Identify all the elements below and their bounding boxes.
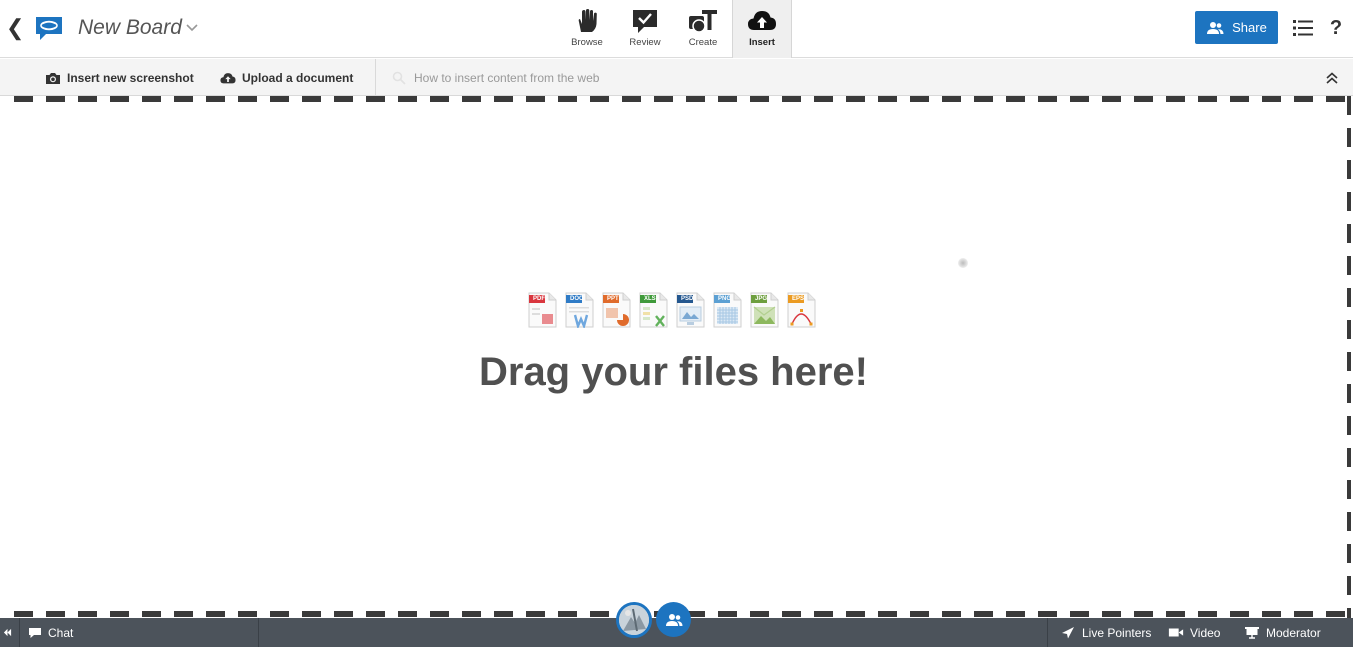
video-camera-icon [1168, 628, 1184, 637]
web-content-help-link[interactable]: How to insert content from the web [392, 59, 599, 96]
pdf-file-icon: PDF [528, 292, 557, 328]
png-file-icon: PNG [713, 292, 742, 328]
create-shapes-icon [689, 10, 717, 33]
share-button[interactable]: Share [1195, 11, 1278, 44]
camera-icon [46, 72, 60, 84]
file-drop-zone[interactable]: PDF DOC PPT XLS PSD PNG JPG EPS Drag you… [0, 96, 1353, 618]
live-pointers-label: Live Pointers [1082, 625, 1152, 640]
avatar-photo-icon [619, 605, 649, 635]
cloud-upload-icon [748, 11, 776, 30]
bar-divider [258, 618, 259, 647]
eps-file-icon: EPS [787, 292, 816, 328]
file-type-tag: PNG [718, 296, 732, 302]
xls-file-icon: XLS [639, 292, 668, 328]
collapse-up-icon[interactable] [1324, 70, 1340, 86]
jpg-file-icon: JPG [750, 292, 779, 328]
supported-file-types: PDF DOC PPT XLS PSD PNG JPG EPS [528, 292, 816, 328]
user-avatar[interactable] [616, 602, 652, 638]
mode-label: Insert [749, 37, 775, 48]
list-menu-icon[interactable] [1292, 17, 1314, 39]
bar-divider [1047, 618, 1048, 647]
mode-label: Review [629, 37, 661, 48]
app-logo-icon [36, 17, 62, 40]
mode-label: Create [688, 37, 718, 48]
mode-label: Browse [571, 37, 603, 48]
chat-label: Chat [48, 625, 74, 640]
bar-divider [19, 618, 20, 647]
cloud-upload-icon [220, 72, 236, 83]
dropzone-border-right [1347, 96, 1351, 618]
file-type-tag: EPS [792, 296, 805, 302]
dropzone-border-top [14, 96, 1352, 102]
mode-browse[interactable]: Browse [558, 0, 616, 58]
video-label: Video [1190, 625, 1221, 640]
presentation-board-icon [1245, 627, 1259, 639]
bottom-status-bar: Chat Live Pointers Video Moderator [0, 602, 1353, 647]
help-button[interactable]: ? [1328, 14, 1344, 42]
search-icon [392, 71, 406, 85]
mode-insert[interactable]: Insert [732, 0, 792, 58]
mode-switcher: Browse Review Create Insert [558, 0, 792, 58]
doc-file-icon: DOC [565, 292, 594, 328]
upload-document-label: Upload a document [242, 70, 354, 85]
insert-subtoolbar: Insert new screenshot Upload a document … [0, 59, 1353, 96]
insert-screenshot-button[interactable]: Insert new screenshot [45, 59, 194, 96]
file-type-tag: PDF [533, 296, 545, 302]
file-type-tag: JPG [755, 296, 768, 302]
users-icon [1207, 21, 1224, 34]
moderator-label: Moderator [1266, 625, 1321, 640]
drop-zone-message: Drag your files here! [478, 350, 868, 394]
mouse-cursor-indicator [958, 258, 968, 268]
upload-document-button[interactable]: Upload a document [220, 59, 353, 96]
file-type-tag: PPT [607, 296, 619, 302]
live-pointers-button[interactable]: Live Pointers [1060, 618, 1151, 647]
board-title[interactable]: New Board [78, 14, 182, 42]
chat-bubble-icon [29, 627, 41, 638]
file-type-tag: XLS [644, 296, 656, 302]
ppt-file-icon: PPT [602, 292, 631, 328]
chat-button[interactable]: Chat [28, 618, 73, 647]
web-help-label: How to insert content from the web [414, 70, 600, 85]
insert-screenshot-label: Insert new screenshot [67, 70, 194, 85]
share-label: Share [1232, 20, 1267, 35]
psd-file-icon: PSD [676, 292, 705, 328]
chevron-down-icon[interactable] [185, 21, 199, 35]
subbar-divider [375, 59, 376, 96]
back-chevron-icon[interactable]: ❮ [6, 14, 24, 42]
file-type-tag: DOC [570, 296, 584, 302]
video-button[interactable]: Video [1168, 618, 1220, 647]
pointer-arrow-icon [1062, 627, 1074, 639]
users-icon [665, 613, 682, 626]
moderator-button[interactable]: Moderator [1244, 618, 1321, 647]
top-toolbar: ❮ New Board Browse Review Create Insert … [0, 0, 1353, 58]
participants-button[interactable] [656, 602, 691, 637]
mode-review[interactable]: Review [616, 0, 674, 58]
file-type-tag: PSD [681, 296, 694, 302]
hand-icon [578, 9, 597, 32]
review-comment-icon [633, 10, 657, 33]
mode-create[interactable]: Create [674, 0, 732, 58]
collapse-left-icon[interactable] [0, 618, 14, 647]
